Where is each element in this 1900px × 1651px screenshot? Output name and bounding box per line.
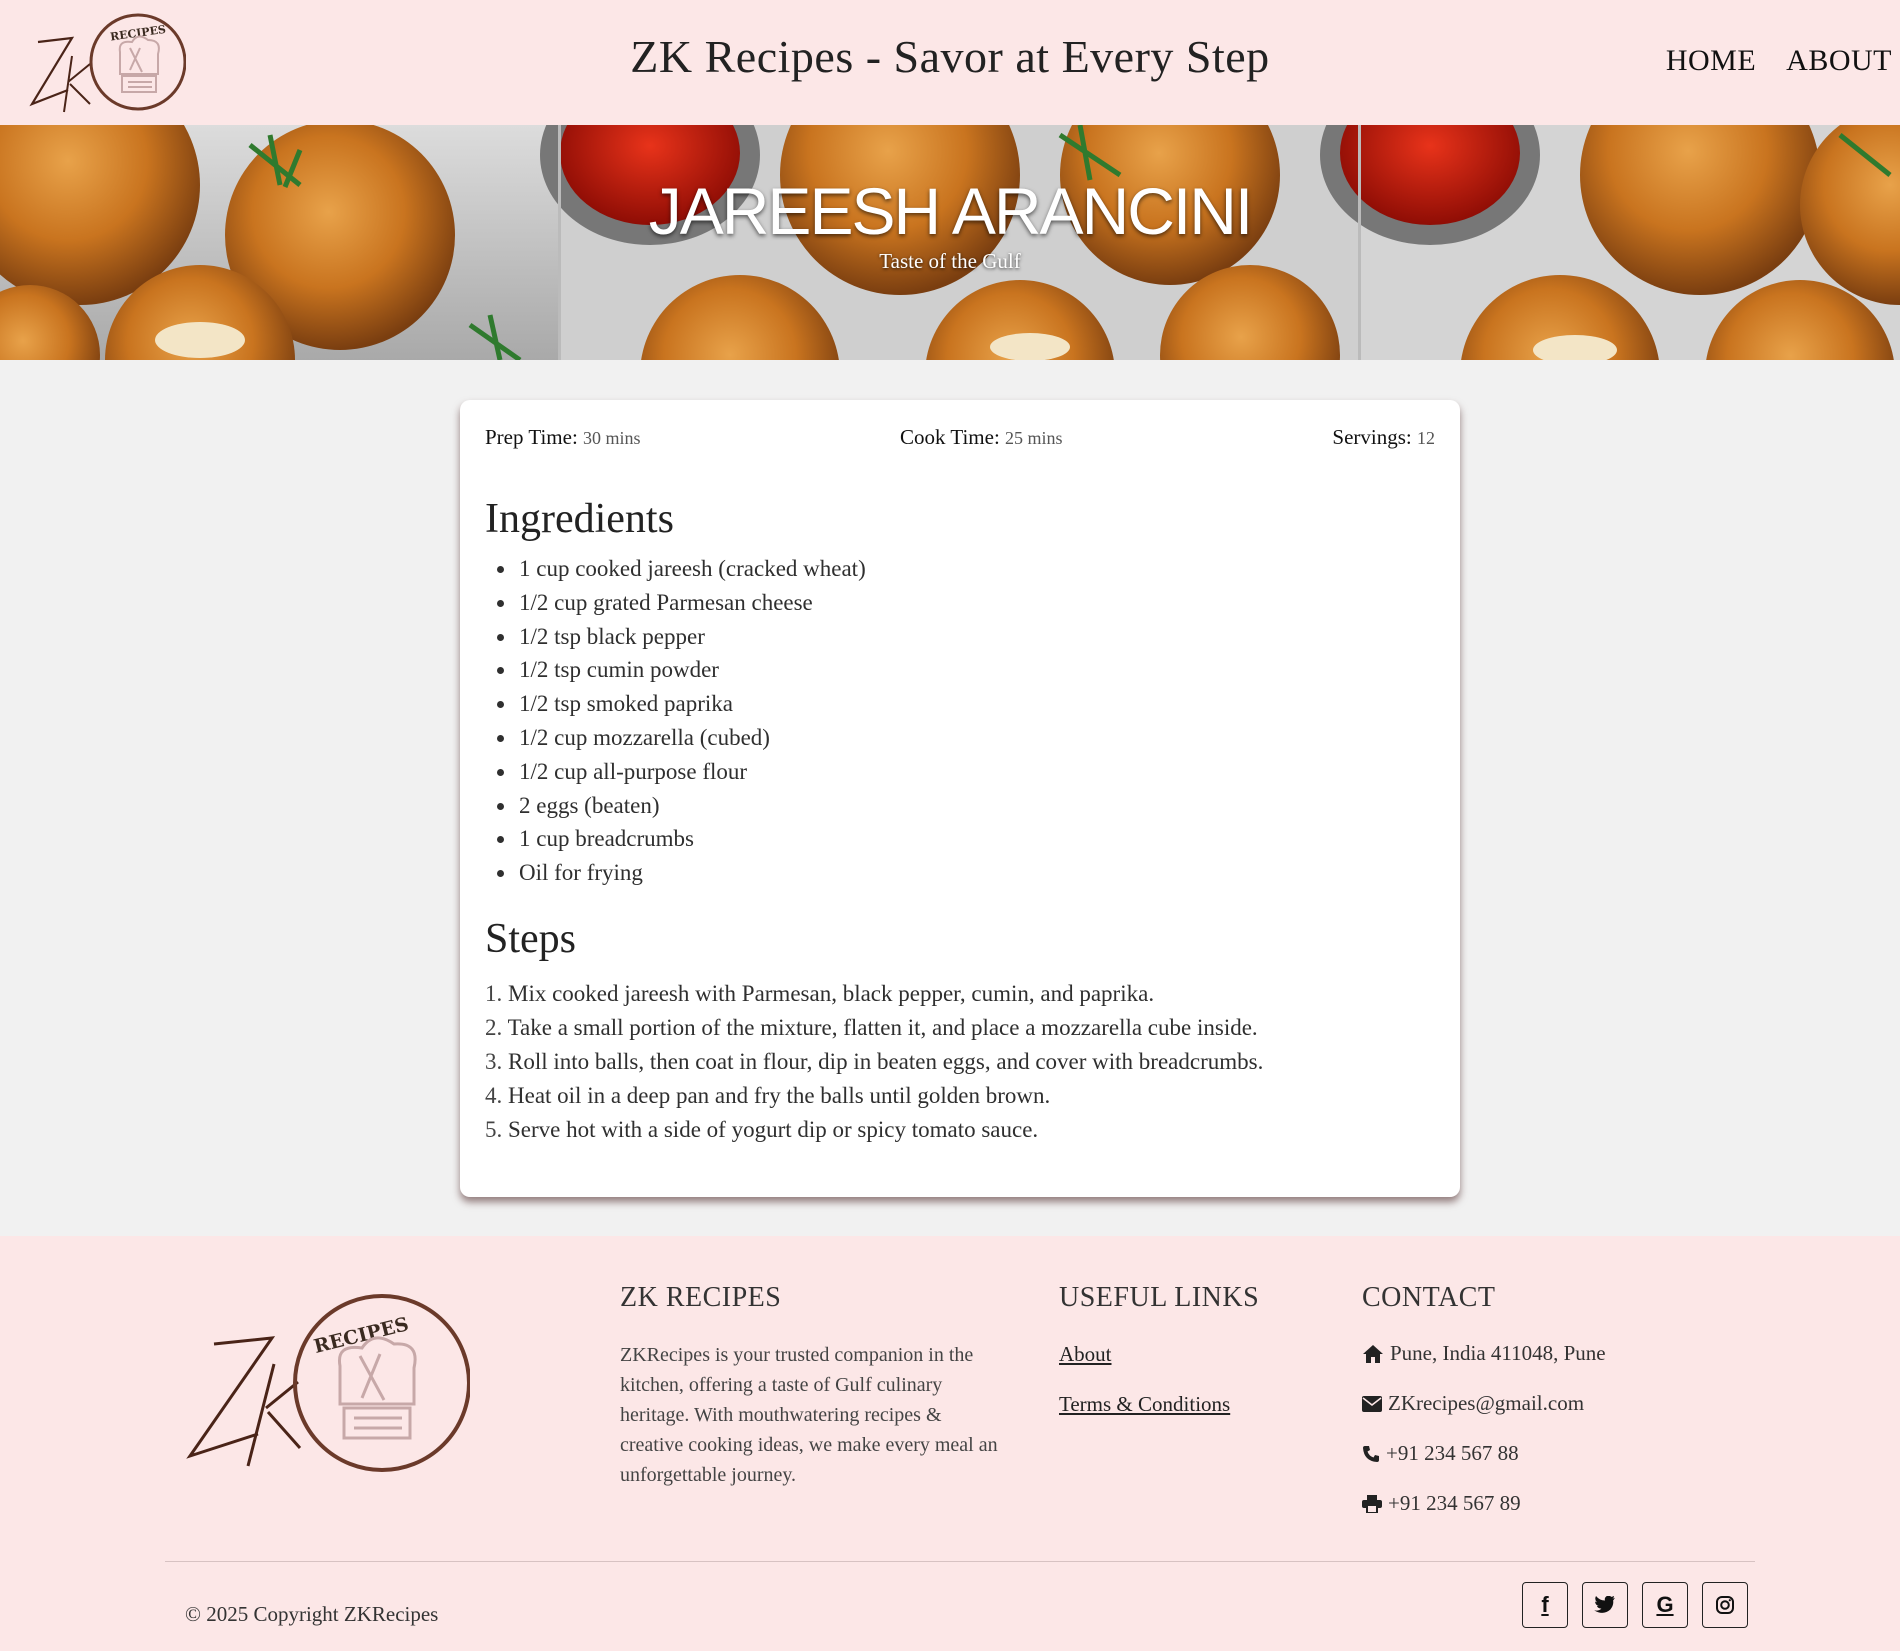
contact-address-text: Pune, India 411048, Pune [1390, 1341, 1606, 1365]
twitter-button[interactable] [1582, 1582, 1628, 1628]
recipe-card: Prep Time: 30 mins Cook Time: 25 mins Se… [460, 400, 1460, 1197]
steps-heading: Steps [485, 916, 577, 962]
step-text: Heat oil in a deep pan and fry the balls… [508, 1083, 1051, 1108]
footer-link-about[interactable]: About [1059, 1342, 1112, 1367]
ingredient-item: 1 cup cooked jareesh (cracked wheat) [517, 552, 866, 586]
steps-list: 1. Mix cooked jareesh with Parmesan, bla… [485, 977, 1263, 1147]
ingredient-item: 1 cup breadcrumbs [517, 822, 866, 856]
printer-icon [1362, 1494, 1382, 1513]
cook-time-label: Cook Time: [900, 425, 1000, 449]
contact-email: ZKrecipes@gmail.com [1362, 1391, 1584, 1416]
ingredient-item: 1/2 tsp smoked paprika [517, 687, 866, 721]
ingredients-heading: Ingredients [485, 496, 674, 542]
facebook-button[interactable]: f [1522, 1582, 1568, 1628]
footer-divider [165, 1561, 1755, 1562]
cook-time: Cook Time: 25 mins [900, 425, 1063, 450]
step-item: 2. Take a small portion of the mixture, … [485, 1011, 1263, 1045]
instagram-button[interactable] [1702, 1582, 1748, 1628]
nav-home-link[interactable]: HOME [1666, 44, 1756, 78]
ingredients-list: 1 cup cooked jareesh (cracked wheat) 1/2… [485, 552, 866, 890]
prep-time-value: 30 mins [583, 428, 641, 448]
step-number: 5. [485, 1117, 503, 1142]
step-item: 3. Roll into balls, then coat in flour, … [485, 1045, 1263, 1079]
phone-icon [1363, 1445, 1379, 1462]
footer-contact-heading: CONTACT [1362, 1282, 1496, 1313]
envelope-icon [1362, 1395, 1382, 1412]
ingredient-item: 1/2 cup all-purpose flour [517, 755, 866, 789]
contact-address: Pune, India 411048, Pune [1362, 1341, 1606, 1366]
footer-about-heading: ZK RECIPES [620, 1282, 782, 1313]
contact-email-text: ZKrecipes@gmail.com [1388, 1391, 1585, 1415]
prep-time-label: Prep Time: [485, 425, 578, 449]
main-nav: HOME ABOUT [1666, 44, 1892, 78]
social-links: f G [1522, 1582, 1748, 1628]
step-text: Roll into balls, then coat in flour, dip… [508, 1049, 1264, 1074]
step-text: Take a small portion of the mixture, fla… [507, 1015, 1258, 1040]
servings-value: 12 [1417, 428, 1435, 448]
site-footer: RECIPES ZK RECIPES ZKRecipes is your tru… [0, 1236, 1900, 1651]
google-button[interactable]: G [1642, 1582, 1688, 1628]
copyright-text: © 2025 Copyright ZKRecipes [185, 1602, 439, 1626]
instagram-icon [1716, 1596, 1734, 1614]
hero-banner: JAREESH ARANCINI Taste of the Gulf [0, 125, 1900, 360]
contact-phone-text: +91 234 567 88 [1386, 1441, 1519, 1465]
twitter-icon [1594, 1596, 1615, 1613]
cook-time-value: 25 mins [1005, 428, 1063, 448]
recipe-title: JAREESH ARANCINI [648, 174, 1253, 248]
footer-link-terms[interactable]: Terms & Conditions [1059, 1392, 1230, 1417]
svg-text:RECIPES: RECIPES [312, 1313, 411, 1358]
footer-links-heading: USEFUL LINKS [1059, 1282, 1260, 1313]
site-header: RECIPES ZK Recipes - Savor at Every Step… [0, 0, 1900, 125]
step-number: 3. [485, 1049, 503, 1074]
step-item: 5. Serve hot with a side of yogurt dip o… [485, 1113, 1263, 1147]
footer-about-text: ZKRecipes is your trusted companion in t… [620, 1344, 998, 1486]
recipe-subtitle: Taste of the Gulf [879, 249, 1021, 273]
facebook-icon: f [1541, 1592, 1549, 1617]
contact-fax-text: +91 234 567 89 [1388, 1491, 1521, 1515]
prep-time: Prep Time: 30 mins [485, 425, 641, 450]
servings: Servings: 12 [1332, 425, 1435, 450]
step-number: 4. [485, 1083, 503, 1108]
step-number: 1. [485, 981, 503, 1006]
contact-fax: +91 234 567 89 [1362, 1491, 1521, 1516]
step-number: 2. [485, 1015, 503, 1040]
step-text: Mix cooked jareesh with Parmesan, black … [508, 981, 1155, 1006]
step-text: Serve hot with a side of yogurt dip or s… [508, 1117, 1039, 1142]
ingredient-item: Oil for frying [517, 856, 866, 890]
ingredient-item: 2 eggs (beaten) [517, 789, 866, 823]
step-item: 4. Heat oil in a deep pan and fry the ba… [485, 1079, 1263, 1113]
home-icon [1363, 1344, 1383, 1363]
step-item: 1. Mix cooked jareesh with Parmesan, bla… [485, 977, 1263, 1011]
site-title: ZK Recipes - Savor at Every Step [630, 31, 1270, 82]
ingredient-item: 1/2 tsp cumin powder [517, 653, 866, 687]
servings-label: Servings: [1332, 425, 1412, 449]
google-icon: G [1656, 1592, 1674, 1617]
ingredient-item: 1/2 tsp black pepper [517, 620, 866, 654]
ingredient-item: 1/2 cup grated Parmesan cheese [517, 586, 866, 620]
nav-about-link[interactable]: ABOUT [1786, 44, 1892, 78]
ingredient-item: 1/2 cup mozzarella (cubed) [517, 721, 866, 755]
contact-phone: +91 234 567 88 [1362, 1441, 1519, 1466]
footer-logo: RECIPES [186, 1294, 470, 1472]
